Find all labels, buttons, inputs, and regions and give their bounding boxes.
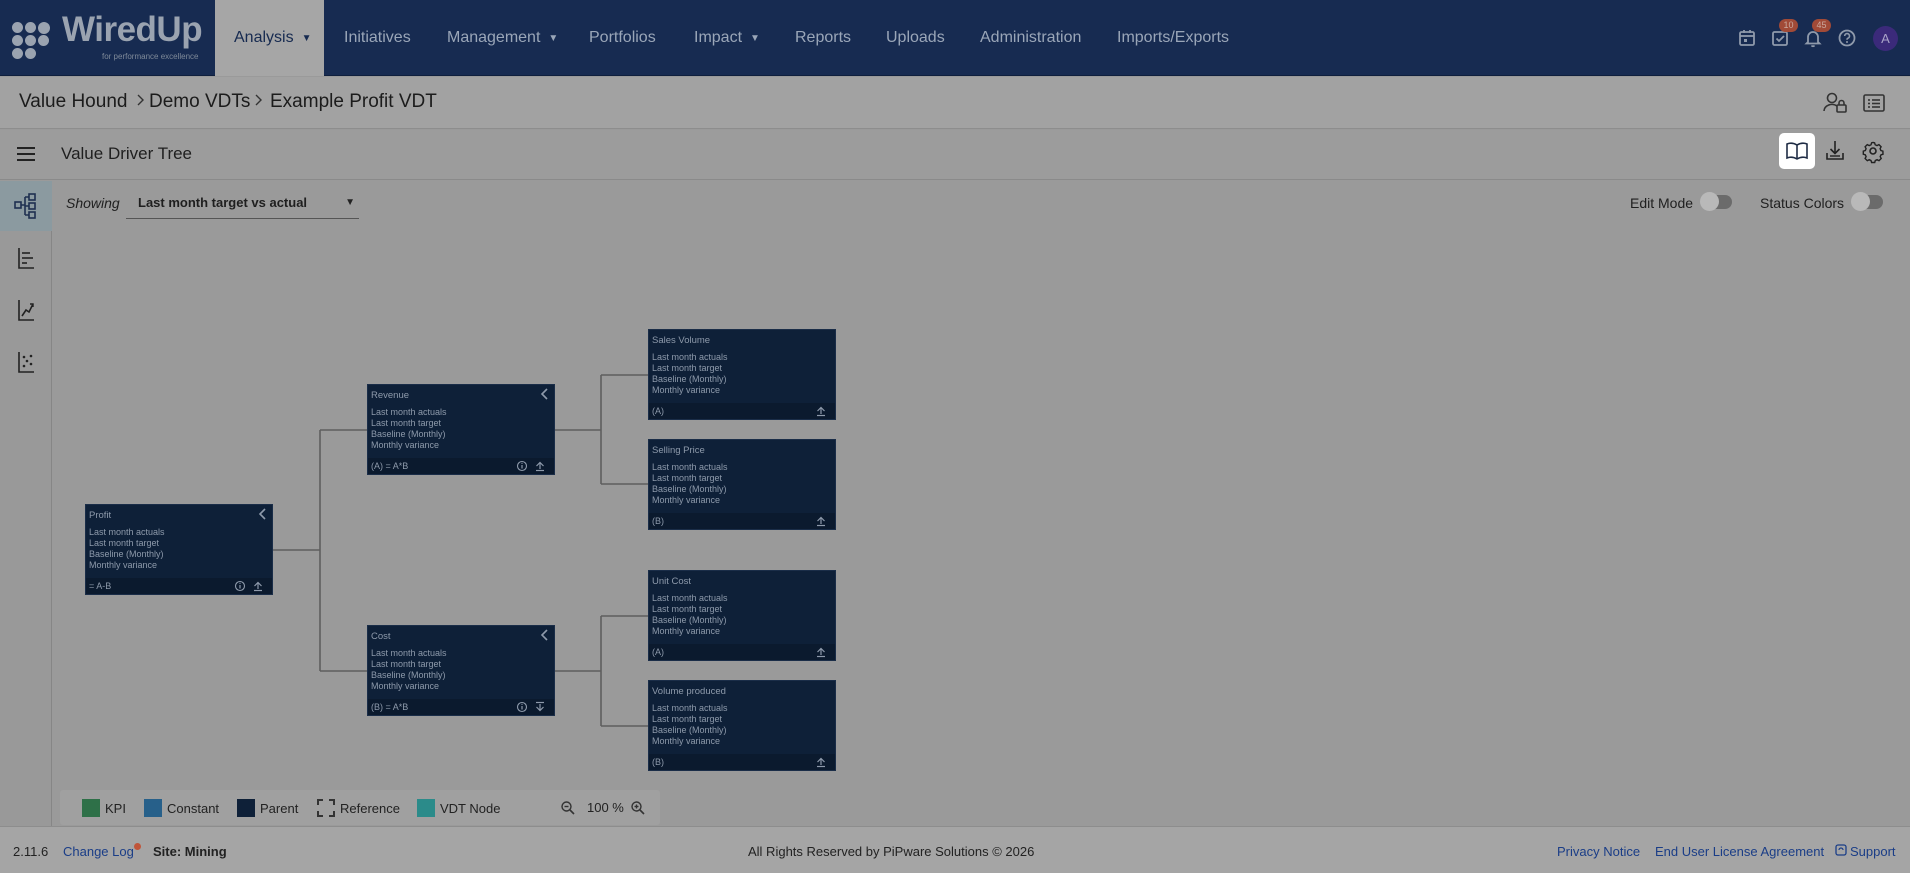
node-title: Volume produced	[652, 686, 726, 697]
node-measure-line: Baseline (Monthly)	[652, 374, 727, 384]
legend-item-constant: Constant	[144, 799, 219, 817]
zoom-out-icon[interactable]	[560, 800, 576, 816]
legend-item-kpi: KPI	[82, 799, 126, 817]
eula-link[interactable]: End User License Agreement	[1655, 844, 1824, 859]
info-icon[interactable]	[516, 701, 528, 713]
collapse-up-icon[interactable]	[815, 405, 827, 417]
chevron-left-icon[interactable]	[540, 629, 550, 641]
node-measure-line: Baseline (Monthly)	[371, 670, 446, 680]
zoom-in-icon[interactable]	[630, 800, 646, 816]
node-measure-line: Baseline (Monthly)	[89, 549, 164, 559]
node-formula: (B)	[652, 757, 664, 767]
vdt-node-unit-cost[interactable]: Unit Cost Last month actuals Last month …	[648, 570, 836, 661]
support-link[interactable]: Support	[1850, 844, 1896, 859]
node-measure-line: Last month actuals	[652, 462, 728, 472]
app-version: 2.11.6	[13, 844, 49, 859]
site-label: Site: Mining	[153, 844, 227, 859]
copyright-text: All Rights Reserved by PiPware Solutions…	[748, 844, 1035, 859]
privacy-notice-link[interactable]: Privacy Notice	[1557, 844, 1640, 859]
node-measure-line: Last month actuals	[652, 593, 728, 603]
node-measure-line: Last month target	[652, 604, 723, 614]
node-measure-line: Last month target	[652, 714, 723, 724]
node-measure-line: Monthly variance	[652, 495, 721, 505]
node-formula: (A)	[652, 406, 664, 416]
collapse-up-icon[interactable]	[252, 580, 264, 592]
vdt-node-profit[interactable]: Profit Last month actuals Last month tar…	[85, 504, 273, 595]
change-log-link[interactable]: Change Log	[63, 844, 134, 859]
vdt-node-selling-price[interactable]: Selling Price Last month actuals Last mo…	[648, 439, 836, 530]
node-measure-line: Baseline (Monthly)	[652, 725, 727, 735]
node-measure-line: Last month target	[652, 363, 723, 373]
node-measure-line: Last month target	[652, 473, 723, 483]
info-icon[interactable]	[516, 460, 528, 472]
node-measure-line: Last month target	[371, 418, 442, 428]
node-measure-line: Monthly variance	[371, 681, 440, 691]
node-measure-line: Baseline (Monthly)	[652, 484, 727, 494]
legend-item-reference: Reference	[317, 799, 400, 817]
node-title: Cost	[371, 631, 391, 642]
node-formula: (A)	[652, 647, 664, 657]
chevron-left-icon[interactable]	[540, 388, 550, 400]
vdt-node-sales-volume[interactable]: Sales Volume Last month actuals Last mon…	[648, 329, 836, 420]
node-formula: (A) = A*B	[371, 461, 409, 471]
node-measure-line: Monthly variance	[652, 626, 721, 636]
tree-connectors	[272, 374, 648, 727]
node-formula: = A-B	[89, 581, 112, 591]
collapse-up-icon[interactable]	[815, 515, 827, 527]
vdt-node-volume-produced[interactable]: Volume produced Last month actuals Last …	[648, 680, 836, 771]
footer: 2.11.6 Change Log Site: Mining All Right…	[0, 826, 1910, 873]
node-measure-line: Last month actuals	[371, 648, 447, 658]
node-formula: (B)	[652, 516, 664, 526]
collapse-down-icon[interactable]	[534, 701, 546, 713]
vdt-node-cost[interactable]: Cost Last month actuals Last month targe…	[367, 625, 555, 716]
legend-item-vdt-node: VDT Node	[417, 799, 500, 817]
node-measure-line: Monthly variance	[652, 736, 721, 746]
node-measure-line: Last month target	[89, 538, 160, 548]
legend-item-parent: Parent	[237, 799, 298, 817]
support-icon[interactable]	[1834, 843, 1848, 857]
collapse-up-icon[interactable]	[815, 756, 827, 768]
node-title: Profit	[89, 510, 112, 521]
node-title: Revenue	[371, 390, 410, 401]
chevron-left-icon[interactable]	[258, 508, 268, 520]
node-formula: (B) = A*B	[371, 702, 409, 712]
node-title: Selling Price	[652, 445, 705, 456]
node-measure-line: Monthly variance	[89, 560, 158, 570]
change-log-new-indicator	[134, 843, 141, 850]
node-measure-line: Last month actuals	[652, 703, 728, 713]
info-icon[interactable]	[234, 580, 246, 592]
node-measure-line: Monthly variance	[652, 385, 721, 395]
node-measure-line: Last month actuals	[371, 407, 447, 417]
node-title: Sales Volume	[652, 335, 711, 346]
node-title: Unit Cost	[652, 576, 692, 587]
node-legend: KPI Constant Parent Reference VDT Node 1…	[60, 790, 660, 825]
node-measure-line: Monthly variance	[371, 440, 440, 450]
node-measure-line: Last month actuals	[652, 352, 728, 362]
collapse-up-icon[interactable]	[534, 460, 546, 472]
collapse-up-icon[interactable]	[815, 646, 827, 658]
node-measure-line: Last month target	[371, 659, 442, 669]
node-measure-line: Baseline (Monthly)	[371, 429, 446, 439]
vdt-node-revenue[interactable]: Revenue Last month actuals Last month ta…	[367, 384, 555, 475]
zoom-level: 100 %	[587, 800, 624, 815]
node-measure-line: Baseline (Monthly)	[652, 615, 727, 625]
node-measure-line: Last month actuals	[89, 527, 165, 537]
